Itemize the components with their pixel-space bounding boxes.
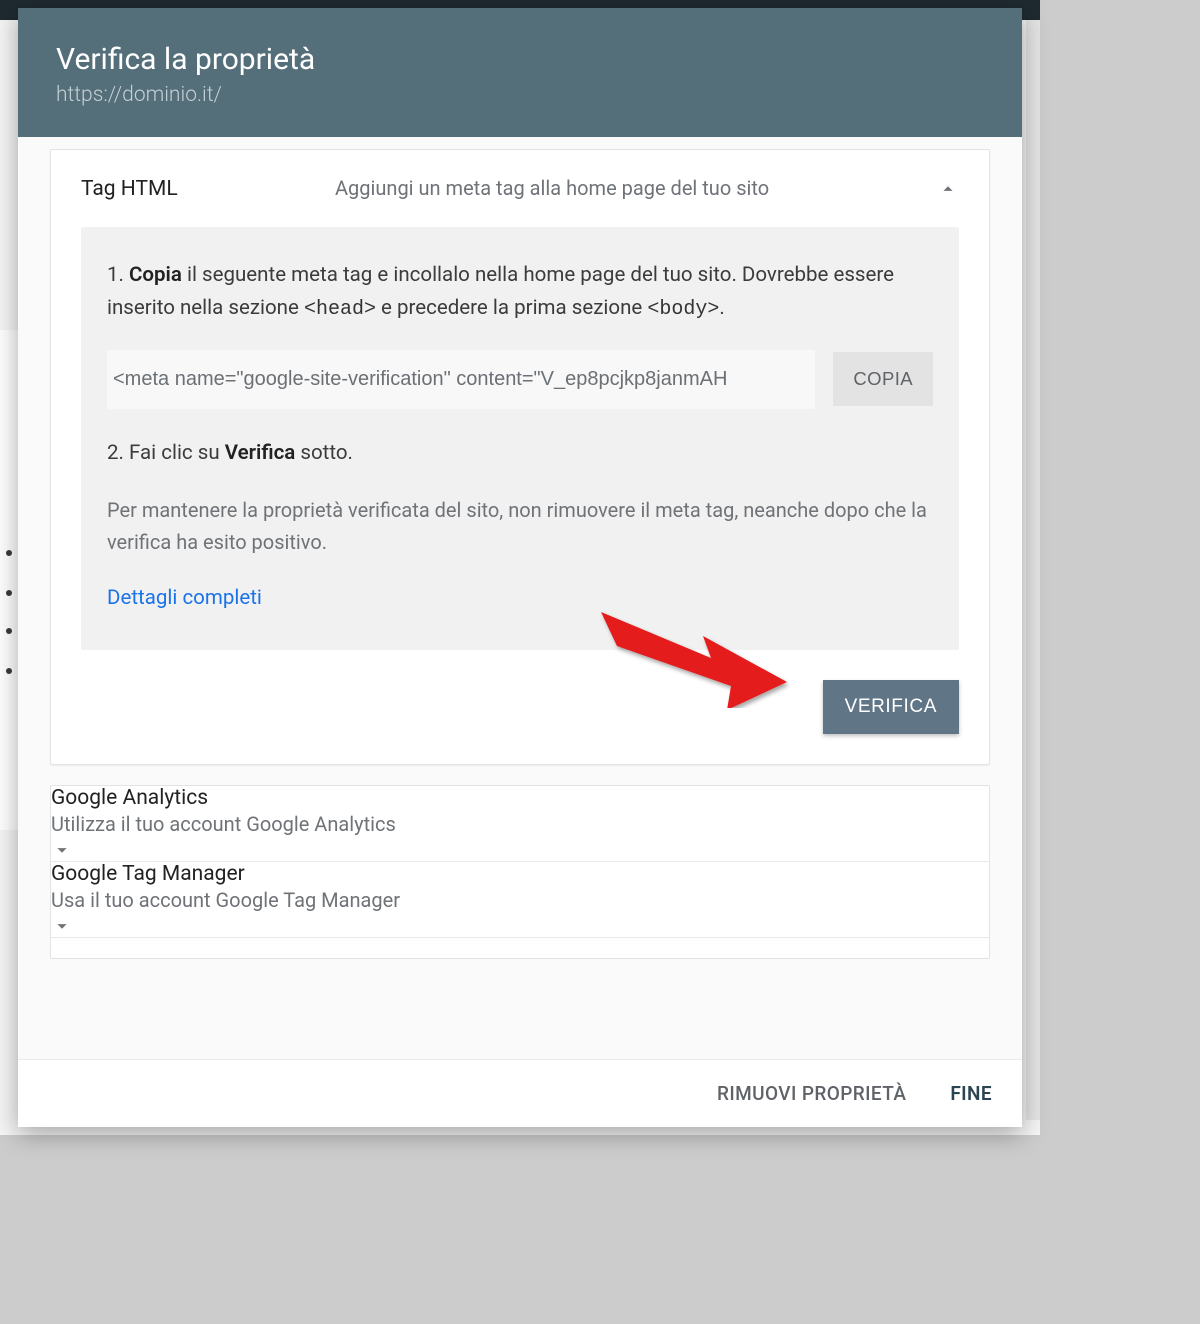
background-right-peek	[1026, 20, 1040, 1120]
instruction-step-1: 1. Copia il seguente meta tag e incollal…	[107, 259, 933, 326]
method-description: Aggiungi un meta tag alla home page del …	[335, 174, 913, 203]
method-html-instructions: 1. Copia il seguente meta tag e incollal…	[81, 227, 959, 650]
modal-title: Verifica la proprietà	[56, 42, 984, 77]
method-name: Google Tag Manager	[51, 862, 281, 886]
chevron-down-icon	[51, 839, 989, 861]
instruction-note: Per mantenere la proprietà verificata de…	[107, 494, 933, 558]
page-background: Verifica la proprietà https://dominio.it…	[0, 0, 1040, 1135]
done-button[interactable]: FINE	[950, 1082, 992, 1105]
verify-button-row: VERIFICA	[51, 680, 989, 764]
background-sidebar-peek	[0, 330, 20, 830]
method-name: Tag HTML	[81, 177, 311, 201]
modal-header: Verifica la proprietà https://dominio.it…	[18, 8, 1022, 137]
method-card-html-tag: Tag HTML Aggiungi un meta tag alla home …	[50, 149, 990, 765]
method-list-collapsed: Google Analytics Utilizza il tuo account…	[50, 785, 990, 959]
remove-property-button[interactable]: RIMUOVI PROPRIETÀ	[717, 1082, 906, 1105]
method-description: Utilizza il tuo account Google Analytics	[51, 810, 989, 839]
modal-subtitle-url: https://dominio.it/	[56, 83, 984, 107]
modal-footer: RIMUOVI PROPRIETÀ FINE	[18, 1059, 1022, 1127]
modal-body: Tag HTML Aggiungi un meta tag alla home …	[18, 137, 1022, 1059]
meta-tag-field[interactable]: <meta name="google-site-verification" co…	[107, 350, 815, 409]
method-header-google-analytics[interactable]: Google Analytics Utilizza il tuo account…	[51, 786, 989, 862]
copy-button[interactable]: COPIA	[833, 352, 933, 406]
verify-button[interactable]: VERIFICA	[823, 680, 959, 734]
instruction-step-2: 2. Fai clic su Verifica sotto.	[107, 437, 933, 470]
method-name: Google Analytics	[51, 786, 281, 810]
method-header-truncated[interactable]	[51, 938, 989, 958]
method-header-google-tag-manager[interactable]: Google Tag Manager Usa il tuo account Go…	[51, 862, 989, 938]
full-details-link[interactable]: Dettagli completi	[107, 586, 262, 610]
method-header-html-tag[interactable]: Tag HTML Aggiungi un meta tag alla home …	[51, 150, 989, 227]
verify-ownership-modal: Verifica la proprietà https://dominio.it…	[18, 8, 1022, 1127]
chevron-down-icon	[51, 915, 989, 937]
scroll-fade	[50, 1009, 990, 1059]
meta-tag-row: <meta name="google-site-verification" co…	[107, 350, 933, 409]
method-description: Usa il tuo account Google Tag Manager	[51, 886, 989, 915]
chevron-up-icon	[937, 178, 959, 200]
